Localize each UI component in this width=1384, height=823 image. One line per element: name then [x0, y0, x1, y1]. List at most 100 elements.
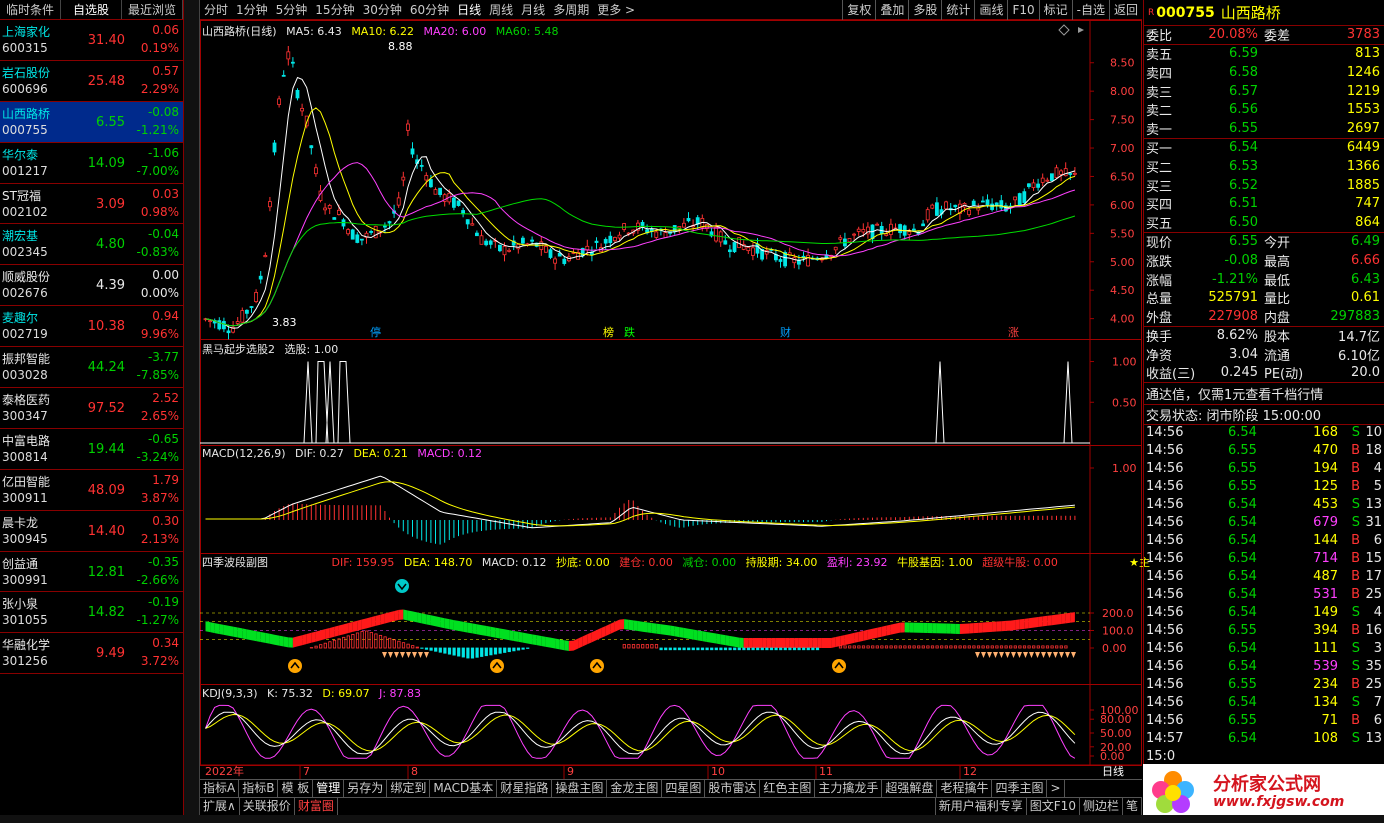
candle-body: [424, 175, 429, 181]
buy-row[interactable]: 买四 6.51 747: [1144, 194, 1384, 213]
promo-banner[interactable]: 通达信，仅需1元查看千档行情: [1144, 383, 1384, 406]
indicator-tab[interactable]: 超强解盘: [882, 780, 938, 797]
watchlist-row[interactable]: 华融化学 301256 9.49 0.34 3.72%: [0, 633, 183, 675]
back-button[interactable]: 返回: [1108, 0, 1142, 20]
period-weekly[interactable]: 周线: [485, 0, 517, 20]
watchlist-row[interactable]: 顺威股份 002676 4.39 0.00 0.00%: [0, 265, 183, 307]
remove-watch-button[interactable]: -自选: [1071, 0, 1109, 20]
indicator-tab[interactable]: MACD基本: [430, 780, 498, 797]
period-intraday[interactable]: 分时: [200, 0, 232, 20]
wave-band: [435, 616, 441, 628]
period-monthly[interactable]: 月线: [517, 0, 549, 20]
indicator-tab[interactable]: 老程擒牛: [937, 780, 993, 797]
indicator-tab[interactable]: 红色主图: [760, 780, 816, 797]
wave-band: [1005, 620, 1011, 631]
event-marker[interactable]: 跌: [624, 325, 635, 339]
statistics-button[interactable]: 统计: [941, 0, 974, 20]
chart-canvas[interactable]: 8.50 8.00 7.50 7.00 6.50 6.00 5.50 5.00 4.50 4.00…: [200, 20, 1142, 779]
new-user-benefit-link[interactable]: 新用户福利专享: [934, 798, 1027, 815]
buy-row[interactable]: 买五 6.50 864: [1144, 213, 1384, 232]
indicator-tab[interactable]: 指标B: [239, 780, 279, 797]
indicator-tab[interactable]: 四星图: [662, 780, 706, 797]
stat-value: 525791: [1208, 290, 1258, 306]
indicator-tab[interactable]: >: [1047, 780, 1065, 797]
watchlist-row[interactable]: 岩石股份 600696 25.48 0.57 2.29%: [0, 61, 183, 102]
indicator-tab[interactable]: 四季主图: [992, 780, 1048, 797]
period-30min[interactable]: 30分钟: [359, 0, 406, 20]
sell-row[interactable]: 卖四 6.58 1246: [1144, 63, 1384, 82]
watchlist-row[interactable]: 潮宏基 002345 4.80 -0.04 -0.83%: [0, 224, 183, 266]
wave-band: [279, 635, 284, 647]
sell-row[interactable]: 卖三 6.57 1219: [1144, 82, 1384, 101]
period-60min[interactable]: 60分钟: [406, 0, 453, 20]
watchlist-row[interactable]: 华尔泰 001217 14.09 -1.06 -7.00%: [0, 143, 183, 184]
sell-row[interactable]: 卖一 6.55 2697: [1144, 119, 1384, 138]
watchlist-row[interactable]: 山西路桥 000755 6.55 -0.08 -1.21%: [0, 101, 183, 143]
period-multi[interactable]: 多周期: [549, 0, 593, 20]
period-more[interactable]: 更多 >: [593, 0, 639, 20]
expand-button[interactable]: 扩展∧: [200, 798, 240, 815]
event-marker[interactable]: 停: [370, 325, 381, 339]
watchlist-row[interactable]: 亿田智能 300911 48.09 1.79 3.87%: [0, 470, 183, 511]
vertical-scrollbar[interactable]: [184, 0, 200, 823]
indicator-tab[interactable]: 操盘主图: [552, 780, 608, 797]
promo-text[interactable]: 通达信，仅需1元查看千档行情: [1144, 384, 1323, 403]
indicator-tab[interactable]: 金龙主图: [607, 780, 663, 797]
event-marker[interactable]: 涨: [1008, 326, 1019, 339]
indicator-tab[interactable]: 绑定到: [387, 780, 431, 797]
siji-hist: [1022, 645, 1027, 649]
period-15min[interactable]: 15分钟: [311, 0, 358, 20]
siji-hist: [493, 647, 498, 655]
candle-body: [728, 249, 732, 253]
f10-button[interactable]: F10: [1007, 0, 1038, 20]
indicator-tab[interactable]: 股市雷达: [705, 780, 761, 797]
sidebar-toggle[interactable]: 侧边栏: [1080, 798, 1123, 815]
sell-label: 卖一: [1146, 122, 1173, 138]
watchlist-row[interactable]: 晨卡龙 300945 14.40 0.30 2.13%: [0, 511, 183, 552]
watchlist-row[interactable]: ST冠福 002102 3.09 0.03 0.98%: [0, 184, 183, 225]
panel2-name: 黑马起步选股2: [202, 343, 275, 356]
watchlist-row[interactable]: 创益通 300991 12.81 -0.35 -2.66%: [0, 552, 183, 593]
overlay-button[interactable]: 叠加: [875, 0, 908, 20]
tab-temp-condition[interactable]: 临时条件: [0, 0, 61, 19]
sell-row[interactable]: 卖二 6.56 1553: [1144, 100, 1384, 119]
event-marker[interactable]: 财: [780, 325, 791, 339]
period-1min[interactable]: 1分钟: [232, 0, 272, 20]
watchlist-row[interactable]: 振邦智能 003028 44.24 -3.77 -7.85%: [0, 347, 183, 389]
indicator-tab[interactable]: 指标A: [200, 780, 240, 797]
tab-recent[interactable]: 最近浏览: [122, 0, 183, 19]
draw-line-button[interactable]: 画线: [974, 0, 1007, 20]
mark-button[interactable]: 标记: [1038, 0, 1072, 20]
buy-row[interactable]: 买二 6.53 1366: [1144, 157, 1384, 176]
indicator-tab[interactable]: 主力擒龙手: [815, 780, 883, 797]
event-marker[interactable]: 榜: [603, 325, 614, 339]
indicator-tab[interactable]: 财星指路: [497, 780, 553, 797]
indicator-tab[interactable]: 另存为: [344, 780, 388, 797]
multi-stock-button[interactable]: 多股: [908, 0, 941, 20]
buy-orders: 买一 6.54 6449 买二 6.53 1366 买三 6.52 1885 买四 6.51 747 买…: [1144, 139, 1384, 233]
watchlist-row[interactable]: 麦趣尔 002719 10.38 0.94 9.96%: [0, 306, 183, 348]
buy-row[interactable]: 买一 6.54 6449: [1144, 139, 1384, 157]
tab-my-stocks[interactable]: 自选股: [61, 0, 122, 19]
period-daily[interactable]: 日线: [453, 0, 485, 20]
related-quotes-button[interactable]: 关联报价: [240, 798, 295, 815]
watchlist-row[interactable]: 上海家化 600315 31.40 0.06 0.19%: [0, 20, 183, 61]
wave-band: [403, 609, 408, 621]
restore-rights-button[interactable]: 复权: [842, 0, 875, 20]
watchlist-row[interactable]: 中富电路 300814 19.44 -0.65 -3.24%: [0, 429, 183, 470]
pen-button[interactable]: 笔: [1123, 798, 1142, 815]
period-5min[interactable]: 5分钟: [272, 0, 312, 20]
indicator-tab[interactable]: 管理: [313, 780, 345, 797]
f10-graphic-button[interactable]: 图文F10: [1027, 798, 1080, 815]
chart-area[interactable]: 8.50 8.00 7.50 7.00 6.50 6.00 5.50 5.00 4.50 4.00…: [200, 20, 1150, 779]
wealth-circle-tab[interactable]: 财富圈: [295, 798, 338, 815]
stock-terminal: 临时条件 自选股 最近浏览 上海家化 600315 31.40 0.06 0.19% 岩石…: [0, 0, 1384, 823]
watchlist-row[interactable]: 泰格医药 300347 97.52 2.52 2.65%: [0, 388, 183, 429]
siji-hist: [806, 647, 810, 651]
buy-row[interactable]: 买三 6.52 1885: [1144, 176, 1384, 195]
sell-row[interactable]: 卖五 6.59 813: [1144, 45, 1384, 63]
wave-band: [205, 621, 211, 633]
indicator-tab[interactable]: 模 板: [278, 780, 314, 797]
watchlist-row[interactable]: 张小泉 301055 14.82 -0.19 -1.27%: [0, 592, 183, 634]
wave-band: [693, 629, 698, 641]
